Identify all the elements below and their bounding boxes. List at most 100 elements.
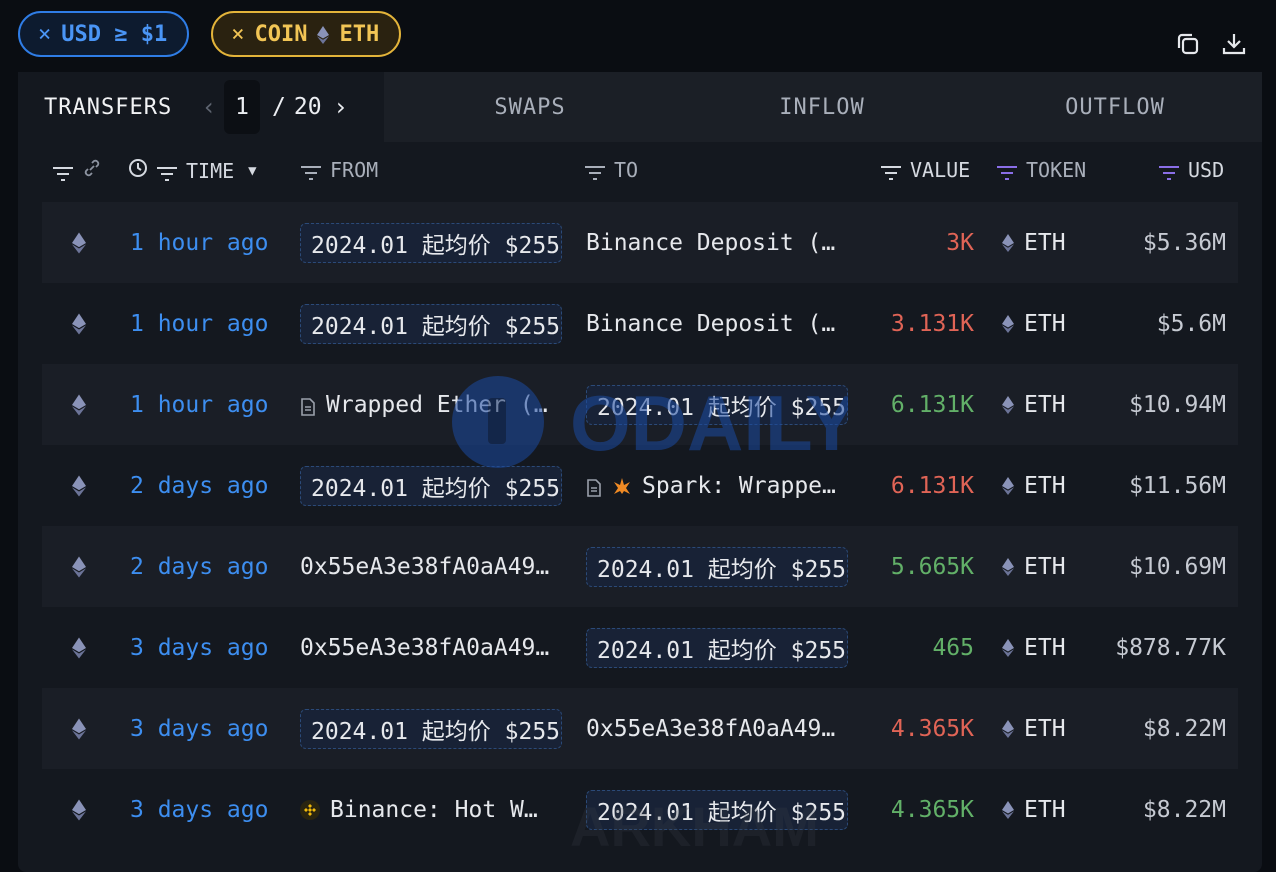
eth-chain-icon [72,283,92,364]
row-time[interactable]: 3 days ago [130,688,268,769]
filter-icon[interactable] [52,163,74,181]
filter-bar: × USD ≥ $1 × COIN ETH [18,11,402,57]
row-from[interactable]: Binance: Hot W… [300,769,562,850]
row-from[interactable]: 0x55eA3e38fA0aA49… [300,607,562,688]
from-filter-icon[interactable] [300,162,322,180]
token-filter-icon[interactable] [996,162,1018,180]
usd-filter-chip[interactable]: × USD ≥ $1 [18,11,190,57]
top-actions [1174,30,1248,58]
row-token[interactable]: ETH [1002,607,1102,688]
entity-name[interactable]: Binance Deposit (… [586,311,835,337]
row-from[interactable]: 0x55eA3e38fA0aA49… [300,526,562,607]
row-time[interactable]: 1 hour ago [130,283,268,364]
usd-filter-icon[interactable] [1158,162,1180,180]
row-usd: $5.6M [1156,310,1226,337]
current-page[interactable]: 1 [224,80,260,134]
entity-tag[interactable]: 2024.01 起均价 $2551 巨鲸 [300,465,562,506]
row-token[interactable]: ETH [1002,769,1102,850]
header-chain[interactable] [52,158,102,183]
row-token[interactable]: ETH [1002,364,1102,445]
row-usd: $10.69M [1129,553,1226,580]
entity-tag[interactable]: 2024.01 起均价 $2551 巨鲸 [586,627,848,668]
coin-filter-chip[interactable]: × COIN ETH [211,11,402,57]
table-row[interactable]: 3 days ago Binance: Hot W… 2024.01 起均价 $… [42,769,1238,850]
row-time[interactable]: 3 days ago [130,769,268,850]
address[interactable]: 0x55eA3e38fA0aA49… [300,554,549,580]
header-usd[interactable]: USD [1158,158,1224,182]
pagination: ‹ 1 / 20 › [198,80,352,134]
row-time[interactable]: 1 hour ago [130,364,268,445]
row-token[interactable]: ETH [1002,526,1102,607]
row-token[interactable]: ETH [1002,688,1102,769]
row-to[interactable]: 2024.01 起均价 $2551 巨鲸 [586,364,848,445]
row-time[interactable]: 3 days ago [130,607,268,688]
prev-page-icon[interactable]: ‹ [198,93,220,121]
row-token[interactable]: ETH [1002,202,1102,283]
entity-name[interactable]: Binance Deposit (… [586,230,835,256]
row-token[interactable]: ETH [1002,283,1102,364]
coin-filter-token: ETH [339,21,380,47]
tab-outflow[interactable]: OUTFLOW [968,72,1262,142]
eth-chain-icon [72,364,92,445]
entity-name[interactable]: Spark: Wrappe… [642,473,836,499]
table-row[interactable]: 1 hour ago Wrapped Ether (… 2024.01 起均价 … [42,364,1238,445]
contract-doc-icon [300,396,316,416]
row-to[interactable]: 2024.01 起均价 $2551 巨鲸 [586,607,848,688]
token-header-label: TOKEN [1026,158,1087,182]
tab-swaps[interactable]: SWAPS [384,72,676,142]
token-symbol: ETH [1024,796,1066,823]
sort-desc-icon[interactable]: ▼ [248,163,256,179]
row-from[interactable]: Wrapped Ether (… [300,364,562,445]
entity-tag[interactable]: 2024.01 起均价 $2551 巨鲸 [586,789,848,830]
header-time[interactable]: TIME ▼ [128,158,257,183]
table-row[interactable]: 2 days ago 0x55eA3e38fA0aA49… 2024.01 起均… [42,526,1238,607]
row-time[interactable]: 2 days ago [130,526,268,607]
row-to[interactable]: 0x55eA3e38fA0aA49… [586,688,848,769]
row-from[interactable]: 2024.01 起均价 $2551 巨鲸 [300,283,562,364]
table-row[interactable]: 1 hour ago 2024.01 起均价 $2551 巨鲸 Binance … [42,283,1238,364]
table-row[interactable]: 2 days ago 2024.01 起均价 $2551 巨鲸 Spark: W… [42,445,1238,526]
link-icon[interactable] [82,158,102,183]
entity-tag[interactable]: 2024.01 起均价 $2551 巨鲸 [300,303,562,344]
row-to[interactable]: 2024.01 起均价 $2551 巨鲸 [586,769,848,850]
row-to[interactable]: Binance Deposit (… [586,283,848,364]
header-to[interactable]: TO [584,158,638,182]
entity-tag[interactable]: 2024.01 起均价 $2551 巨鲸 [300,708,562,749]
entity-tag[interactable]: 2024.01 起均价 $2551 巨鲸 [300,222,562,263]
row-from[interactable]: 2024.01 起均价 $2551 巨鲸 [300,202,562,283]
eth-chain-icon [72,526,92,607]
clock-icon [128,158,148,183]
row-from[interactable]: 2024.01 起均价 $2551 巨鲸 [300,688,562,769]
copy-icon[interactable] [1174,30,1202,58]
remove-usd-filter-icon[interactable]: × [38,22,51,47]
row-to[interactable]: Spark: Wrappe… [586,445,848,526]
remove-coin-filter-icon[interactable]: × [231,22,244,47]
entity-name[interactable]: Wrapped Ether (… [326,392,548,418]
table-row[interactable]: 3 days ago 0x55eA3e38fA0aA49… 2024.01 起均… [42,607,1238,688]
to-filter-icon[interactable] [584,162,606,180]
entity-name[interactable]: Binance: Hot W… [330,797,538,823]
row-from[interactable]: 2024.01 起均价 $2551 巨鲸 [300,445,562,526]
address[interactable]: 0x55eA3e38fA0aA49… [586,716,835,742]
header-from[interactable]: FROM [300,158,378,182]
total-pages: 20 [293,94,322,120]
row-token[interactable]: ETH [1002,445,1102,526]
time-filter-icon[interactable] [156,163,178,181]
row-time[interactable]: 1 hour ago [130,202,268,283]
entity-tag[interactable]: 2024.01 起均价 $2551 巨鲸 [586,384,848,425]
table-row[interactable]: 3 days ago 2024.01 起均价 $2551 巨鲸 0x55eA3e… [42,688,1238,769]
row-time[interactable]: 2 days ago [130,445,268,526]
address[interactable]: 0x55eA3e38fA0aA49… [300,635,549,661]
header-value[interactable]: VALUE [880,158,970,182]
entity-tag[interactable]: 2024.01 起均价 $2551 巨鲸 [586,546,848,587]
value-filter-icon[interactable] [880,162,902,180]
table-row[interactable]: 1 hour ago 2024.01 起均价 $2551 巨鲸 Binance … [42,202,1238,283]
row-to[interactable]: 2024.01 起均价 $2551 巨鲸 [586,526,848,607]
header-token[interactable]: TOKEN [996,158,1086,182]
next-page-icon[interactable]: › [330,93,352,121]
row-to[interactable]: Binance Deposit (… [586,202,848,283]
row-value: 5.665K [890,553,974,580]
download-icon[interactable] [1220,30,1248,58]
eth-chain-icon [72,202,92,283]
tab-inflow[interactable]: INFLOW [676,72,968,142]
